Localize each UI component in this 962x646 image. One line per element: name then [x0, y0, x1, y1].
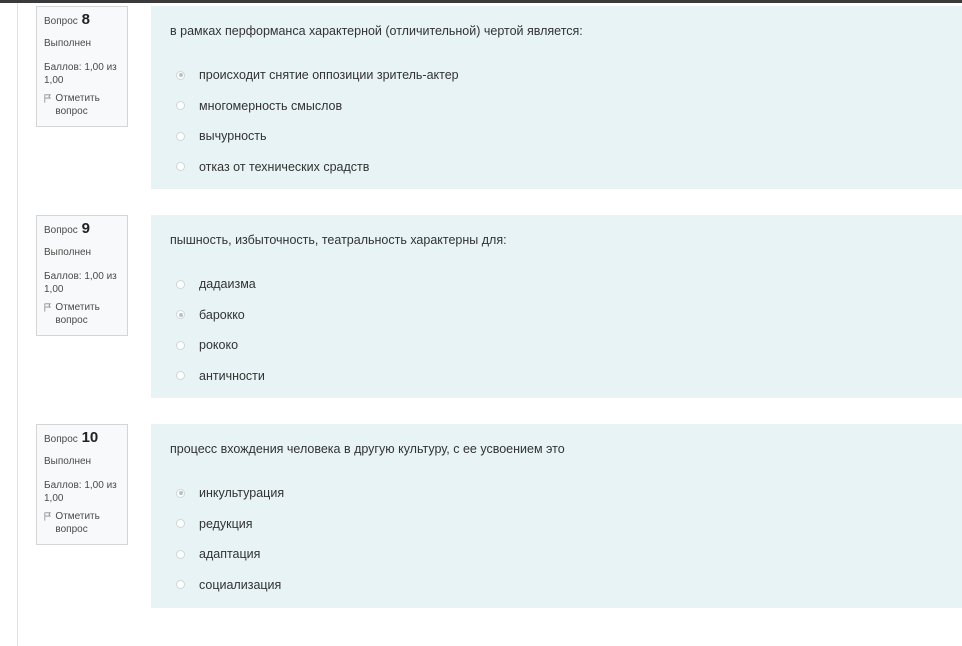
radio-button[interactable] — [176, 101, 185, 111]
answer-label: античности — [199, 368, 265, 383]
question-num: 10 — [81, 429, 99, 446]
question-info-8: Вопрос 8 Выполнен Баллов: 1,00 из 1,00 О… — [36, 6, 128, 127]
radio-button[interactable] — [176, 488, 185, 498]
question-state: Выполнен — [44, 38, 92, 49]
radio-button[interactable] — [176, 70, 185, 80]
answer-option[interactable]: редукция — [176, 509, 962, 540]
question-number: Вопрос 10 — [44, 429, 121, 446]
flag-question-link[interactable]: Отметить вопрос — [44, 92, 121, 118]
answer-option[interactable]: происходит снятие оппозиции зритель-акте… — [176, 60, 962, 91]
flag-icon — [44, 303, 52, 312]
answer-label: рококо — [199, 338, 239, 353]
question-state: Выполнен — [44, 456, 92, 467]
answer-label: отказ от технических срадств — [199, 159, 370, 174]
answer-label: социализация — [199, 577, 282, 592]
answer-option[interactable]: социализация — [176, 570, 962, 601]
answer-label: инкультурация — [199, 486, 285, 501]
flag-label: Отметить вопрос — [55, 302, 100, 326]
left-divider — [17, 3, 18, 646]
question-label: Вопрос — [44, 225, 78, 236]
question-text: в рамках перформанса характерной (отличи… — [170, 24, 583, 38]
answer-option[interactable]: античности — [176, 361, 962, 392]
radio-button[interactable] — [176, 162, 185, 172]
question-grade: Баллов: 1,00 из 1,00 — [44, 480, 117, 504]
flag-question-link[interactable]: Отметить вопрос — [44, 510, 121, 536]
answer-option[interactable]: многомерность смыслов — [176, 91, 962, 122]
radio-button[interactable] — [176, 340, 185, 350]
question-label: Вопрос — [44, 434, 78, 445]
answer-option[interactable]: дадаизма — [176, 269, 962, 300]
flag-icon — [44, 94, 52, 103]
radio-button[interactable] — [176, 131, 185, 141]
question-content-9: пышность, избыточность, театральность ха… — [151, 215, 962, 398]
flag-icon — [44, 512, 52, 521]
radio-button[interactable] — [176, 549, 185, 559]
question-info-10: Вопрос 10 Выполнен Баллов: 1,00 из 1,00 … — [36, 424, 128, 545]
answer-label: адаптация — [199, 547, 261, 562]
question-grade: Баллов: 1,00 из 1,00 — [44, 271, 117, 295]
question-state: Выполнен — [44, 247, 92, 258]
answer-label: барокко — [199, 307, 245, 322]
answer-label: многомерность смыслов — [199, 98, 343, 113]
flag-question-link[interactable]: Отметить вопрос — [44, 301, 121, 327]
answer-label: вычурность — [199, 129, 267, 144]
question-content-10: процесс вхождения человека в другую куль… — [151, 424, 962, 608]
flag-label: Отметить вопрос — [55, 93, 100, 117]
radio-button[interactable] — [176, 580, 185, 590]
radio-button[interactable] — [176, 519, 185, 529]
answer-label: происходит снятие оппозиции зритель-акте… — [199, 68, 459, 83]
answer-option[interactable]: барокко — [176, 300, 962, 331]
flag-label: Отметить вопрос — [55, 511, 100, 535]
question-grade: Баллов: 1,00 из 1,00 — [44, 62, 117, 86]
answer-label: редукция — [199, 516, 253, 531]
question-text: процесс вхождения человека в другую куль… — [170, 442, 565, 456]
radio-button[interactable] — [176, 310, 185, 320]
answer-label: дадаизма — [199, 277, 256, 292]
question-label: Вопрос — [44, 16, 78, 27]
answer-option[interactable]: отказ от технических срадств — [176, 152, 962, 183]
question-info-9: Вопрос 9 Выполнен Баллов: 1,00 из 1,00 О… — [36, 215, 128, 336]
question-content-8: в рамках перформанса характерной (отличи… — [151, 6, 962, 189]
answer-option[interactable]: инкультурация — [176, 478, 962, 509]
radio-button[interactable] — [176, 371, 185, 381]
answer-option[interactable]: адаптация — [176, 539, 962, 570]
radio-button[interactable] — [176, 279, 185, 289]
question-number: Вопрос 9 — [44, 220, 121, 237]
top-bar — [0, 0, 962, 3]
answer-option[interactable]: вычурность — [176, 121, 962, 152]
question-num: 8 — [81, 11, 90, 28]
answer-option[interactable]: рококо — [176, 330, 962, 361]
question-text: пышность, избыточность, театральность ха… — [170, 233, 507, 247]
question-number: Вопрос 8 — [44, 11, 121, 28]
question-num: 9 — [81, 220, 90, 237]
